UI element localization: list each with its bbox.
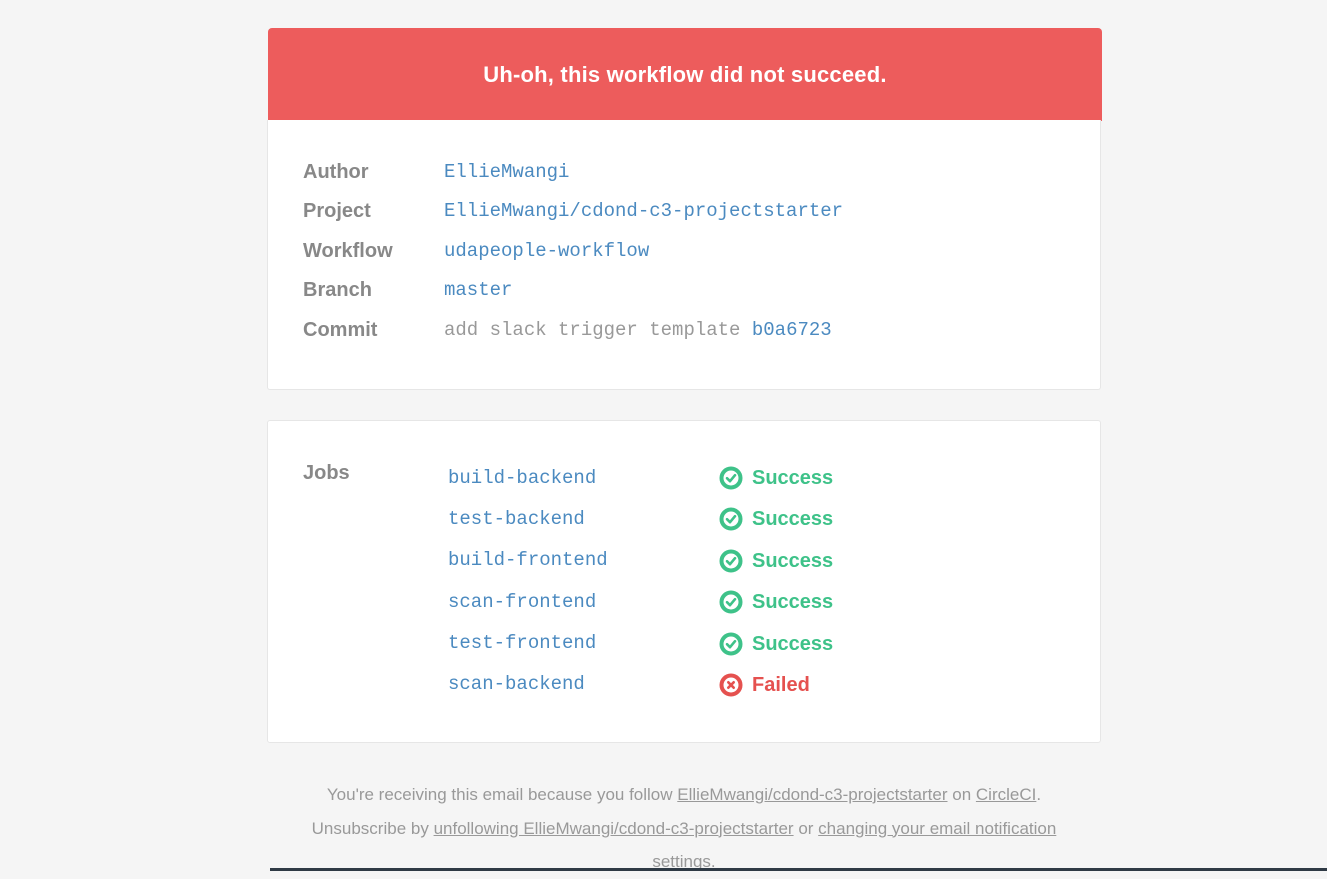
job-status-label: Success [752, 549, 834, 572]
project-link[interactable]: EllieMwangi/cdond-c3-projectstarter [444, 200, 843, 222]
job-link[interactable]: test-backend [448, 508, 585, 530]
job-status: Success [719, 632, 833, 656]
commit-message: add slack trigger template [444, 319, 741, 341]
job-link[interactable]: scan-backend [448, 673, 585, 695]
success-check-icon [719, 549, 743, 573]
unfollow-link[interactable]: unfollowing EllieMwangi/cdond-c3-project… [434, 819, 794, 838]
branch-link[interactable]: master [444, 279, 512, 301]
commit-label: Commit [303, 319, 378, 341]
job-status: Success [719, 590, 833, 614]
job-status: Success [719, 466, 833, 490]
footer-text: on [952, 785, 972, 804]
job-status: Success [719, 549, 833, 573]
workflow-details-card: Author EllieMwangi Project EllieMwangi/c… [267, 120, 1101, 390]
footer-project-link[interactable]: EllieMwangi/cdond-c3-projectstarter [677, 785, 947, 804]
footer-text: Unsubscribe by [311, 818, 429, 838]
workflow-label: Workflow [303, 240, 393, 262]
footer-circleci-link[interactable]: CircleCI [976, 785, 1036, 804]
author-link[interactable]: EllieMwangi [444, 161, 569, 183]
footer-text: You're receiving this email because you … [326, 785, 673, 804]
job-status-label: Failed [752, 673, 810, 696]
success-check-icon [719, 507, 743, 531]
job-link[interactable]: scan-frontend [448, 591, 596, 613]
workflow-link[interactable]: udapeople-workflow [444, 240, 649, 262]
success-check-icon [719, 590, 743, 614]
status-banner: Uh-oh, this workflow did not succeed. [268, 28, 1102, 121]
jobs-label: Jobs [303, 462, 350, 484]
job-status: Failed [719, 673, 810, 697]
success-check-icon [719, 632, 743, 656]
commit-hash-link[interactable]: b0a6723 [752, 319, 832, 341]
commit-value: add slack trigger template b0a6723 [444, 319, 832, 341]
job-status-label: Success [752, 632, 834, 655]
job-status-label: Success [752, 590, 834, 613]
footer-text: . [1036, 785, 1042, 804]
job-link[interactable]: build-frontend [448, 549, 608, 571]
job-status-label: Success [752, 466, 834, 489]
job-status-label: Success [752, 507, 834, 530]
project-label: Project [303, 200, 371, 222]
job-link[interactable]: test-frontend [448, 632, 596, 654]
author-label: Author [303, 161, 369, 183]
job-status: Success [719, 507, 833, 531]
success-check-icon [719, 466, 743, 490]
failed-x-icon [719, 673, 743, 697]
job-link[interactable]: build-backend [448, 467, 596, 489]
email-footer: You're receiving this email because you … [280, 778, 1088, 879]
banner-title: Uh-oh, this workflow did not succeed. [483, 61, 887, 87]
footer-text: or [798, 818, 814, 838]
jobs-card: Jobs build-backend Success test-backend … [267, 420, 1101, 743]
branch-label: Branch [303, 279, 372, 301]
